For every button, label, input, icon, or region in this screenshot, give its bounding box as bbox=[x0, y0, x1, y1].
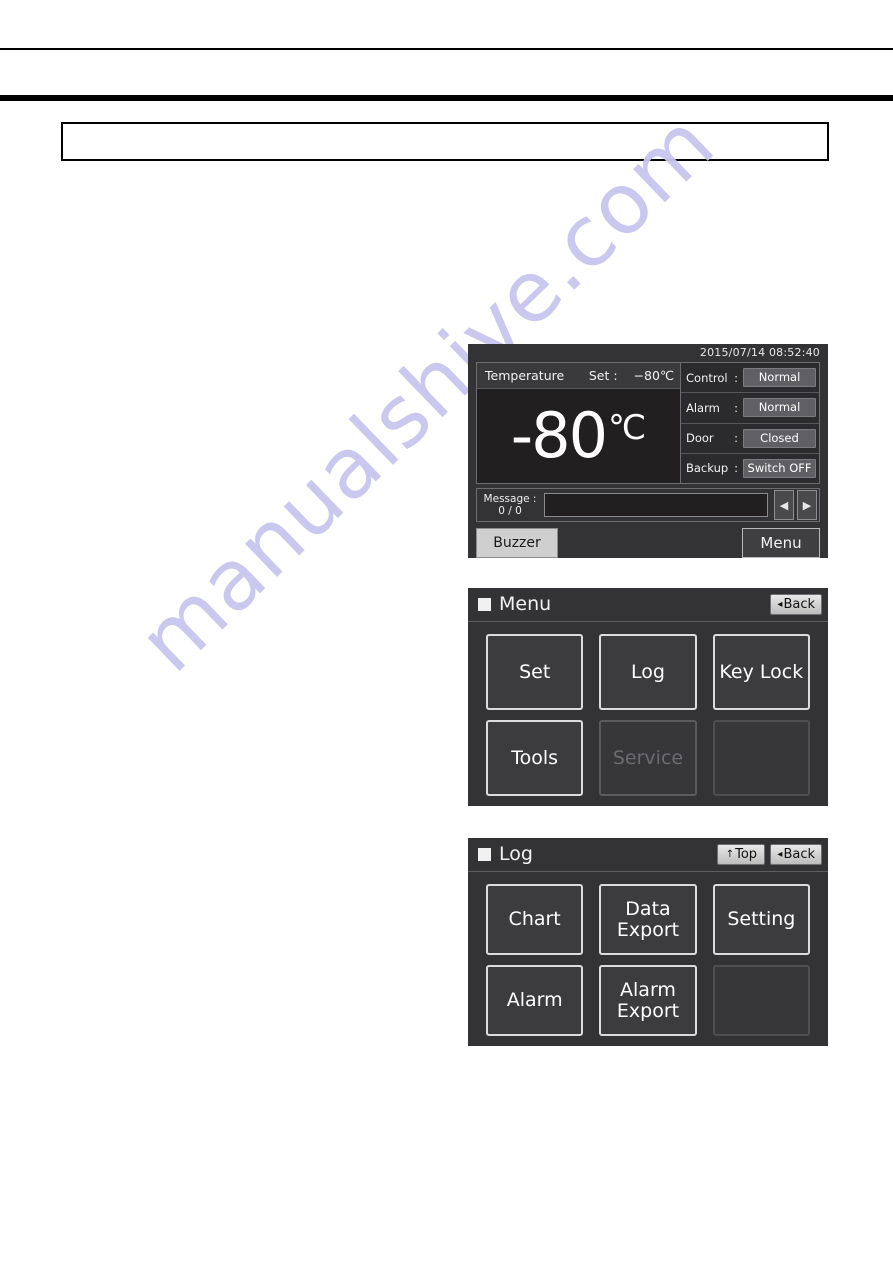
message-prev-button[interactable]: ◀ bbox=[774, 490, 794, 520]
chevron-left-icon: ◂ bbox=[777, 849, 783, 860]
menu-tile-service: Service bbox=[599, 720, 697, 796]
menu-back-button[interactable]: ◂ Back bbox=[770, 594, 822, 615]
log-tile-empty bbox=[712, 965, 810, 1036]
message-field[interactable] bbox=[544, 493, 768, 517]
menu-button-label: Menu bbox=[760, 534, 802, 552]
status-colon: : bbox=[734, 370, 738, 385]
status-colon: : bbox=[734, 461, 738, 476]
log-top-label: Top bbox=[735, 847, 758, 862]
message-counter: 0 / 0 bbox=[498, 505, 522, 517]
log-tile-chart[interactable]: Chart bbox=[486, 884, 584, 955]
log-tile-setting[interactable]: Setting bbox=[712, 884, 810, 955]
arrow-up-icon: ↑ bbox=[725, 849, 735, 860]
device-menu-screen: Menu ◂ Back Set Log Key Lock Tools Servi… bbox=[468, 588, 828, 806]
status-bar: 2015/07/14 08:52:40 bbox=[468, 344, 828, 362]
temperature-value: -80 bbox=[510, 399, 608, 472]
menu-tile-grid: Set Log Key Lock Tools Service bbox=[468, 622, 828, 806]
log-back-label: Back bbox=[783, 847, 815, 862]
timestamp: 2015/07/14 08:52:40 bbox=[699, 346, 820, 359]
log-tile-grid: Chart Data Export Setting Alarm Alarm Ex… bbox=[468, 872, 828, 1046]
menu-tile-empty bbox=[712, 720, 810, 796]
status-colon: : bbox=[734, 400, 738, 415]
buzzer-button-label: Buzzer bbox=[493, 535, 541, 551]
device-main-screen: 2015/07/14 08:52:40 Temperature Set : −8… bbox=[468, 344, 828, 558]
status-value: Closed bbox=[743, 428, 816, 448]
status-value: Switch OFF bbox=[743, 458, 816, 478]
message-label: Message : bbox=[483, 493, 537, 505]
menu-tile-keylock[interactable]: Key Lock bbox=[712, 634, 810, 710]
screen-marker-icon bbox=[478, 598, 491, 611]
status-value: Normal bbox=[743, 368, 816, 388]
header-rule-thin bbox=[0, 48, 893, 50]
status-key: Door bbox=[686, 431, 714, 446]
setpoint-value: −80℃ bbox=[633, 367, 674, 383]
log-tile-data-export[interactable]: Data Export bbox=[599, 884, 697, 955]
status-key: Alarm bbox=[686, 400, 720, 415]
menu-title: Menu bbox=[499, 593, 552, 615]
log-header: Log ↑ Top ◂ Back bbox=[468, 838, 828, 872]
status-colon: : bbox=[734, 431, 738, 446]
menu-tile-log[interactable]: Log bbox=[599, 634, 697, 710]
menu-back-label: Back bbox=[783, 597, 815, 612]
log-title: Log bbox=[499, 843, 533, 865]
header-rule-thick bbox=[0, 95, 893, 101]
arrow-right-icon: ▶ bbox=[802, 498, 812, 512]
status-row-alarm: Alarm : Normal bbox=[681, 393, 819, 424]
screen-marker-icon bbox=[478, 848, 491, 861]
status-row-door: Door : Closed bbox=[681, 424, 819, 454]
status-key: Control bbox=[686, 370, 728, 385]
temperature-header: Temperature Set : −80℃ bbox=[477, 363, 680, 389]
buzzer-button[interactable]: Buzzer bbox=[476, 528, 558, 558]
status-value: Normal bbox=[743, 398, 816, 418]
temperature-unit: ℃ bbox=[608, 408, 647, 448]
log-back-button[interactable]: ◂ Back bbox=[770, 844, 822, 865]
message-bar: Message : 0 / 0 ◀ ▶ bbox=[476, 488, 820, 522]
menu-tile-tools[interactable]: Tools bbox=[486, 720, 584, 796]
log-tile-alarm-export[interactable]: Alarm Export bbox=[599, 965, 697, 1036]
log-top-button[interactable]: ↑ Top bbox=[717, 844, 766, 865]
menu-tile-set[interactable]: Set bbox=[486, 634, 584, 710]
message-next-button[interactable]: ▶ bbox=[797, 490, 817, 520]
menu-header: Menu ◂ Back bbox=[468, 588, 828, 622]
message-label-group: Message : 0 / 0 bbox=[479, 493, 541, 517]
temperature-block: Temperature Set : −80℃ -80 ℃ bbox=[477, 363, 681, 483]
status-block: Control : Normal Alarm : Normal Door : C… bbox=[681, 363, 819, 483]
status-row-backup: Backup : Switch OFF bbox=[681, 454, 819, 483]
main-body: Temperature Set : −80℃ -80 ℃ Control : N… bbox=[476, 362, 820, 484]
temperature-label: Temperature bbox=[485, 367, 565, 383]
arrow-left-icon: ◀ bbox=[779, 498, 789, 512]
status-row-control: Control : Normal bbox=[681, 363, 819, 394]
setpoint-label: Set : bbox=[588, 367, 618, 383]
menu-button[interactable]: Menu bbox=[742, 528, 820, 558]
log-tile-alarm[interactable]: Alarm bbox=[486, 965, 584, 1036]
device-log-screen: Log ↑ Top ◂ Back Chart Data Export Setti… bbox=[468, 838, 828, 1046]
chevron-left-icon: ◂ bbox=[777, 599, 783, 610]
caption-box bbox=[61, 122, 829, 161]
status-key: Backup bbox=[686, 461, 729, 476]
temperature-readout: -80 ℃ bbox=[477, 389, 680, 483]
caption-text bbox=[63, 124, 827, 140]
main-bottom-bar: Buzzer Menu bbox=[476, 527, 820, 559]
